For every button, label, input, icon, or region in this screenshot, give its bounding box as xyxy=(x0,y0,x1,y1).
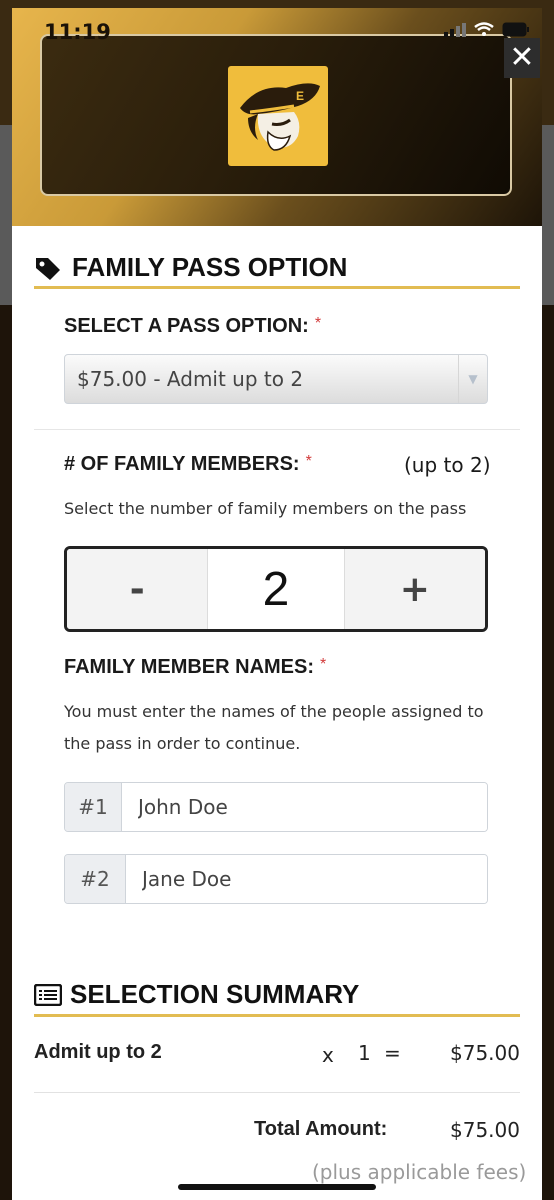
fees-note: (plus applicable fees) xyxy=(312,1160,527,1184)
list-icon xyxy=(34,983,62,1006)
member-name-input-2[interactable] xyxy=(126,855,487,903)
pass-sheet: FAMILY PASS OPTION SELECT A PASS OPTION:… xyxy=(12,226,542,1200)
members-label: # OF FAMILY MEMBERS: * xyxy=(64,453,312,476)
member-count-stepper: - 2 + xyxy=(64,546,488,632)
required-marker: * xyxy=(305,453,312,470)
member-name-row-2: #2 xyxy=(64,854,488,904)
increment-button[interactable]: + xyxy=(344,549,485,629)
summary-times: x xyxy=(322,1043,334,1067)
names-label: FAMILY MEMBER NAMES: * xyxy=(64,656,326,679)
member-number-1: #1 xyxy=(65,783,122,831)
members-limit: (up to 2) xyxy=(404,453,491,477)
summary-heading: SELECTION SUMMARY xyxy=(34,979,359,1010)
summary-qty: 1 xyxy=(358,1041,371,1065)
member-name-row-1: #1 xyxy=(64,782,488,832)
battery-icon xyxy=(502,22,529,37)
pirate-logo: E xyxy=(228,66,328,166)
wifi-icon xyxy=(474,22,494,36)
summary-title: SELECTION SUMMARY xyxy=(70,979,360,1009)
total-label: Total Amount: xyxy=(254,1118,388,1140)
logo-banner: E xyxy=(40,34,512,196)
pass-option-value: $75.00 - Admit up to 2 xyxy=(77,367,304,391)
names-helper-line2: the pass in order to continue. xyxy=(64,734,301,753)
close-button[interactable]: ✕ xyxy=(504,38,540,78)
decrement-button[interactable]: - xyxy=(67,549,208,629)
total-value: $75.00 xyxy=(450,1118,520,1142)
chevron-down-icon: ▼ xyxy=(458,355,487,403)
family-pass-title: FAMILY PASS OPTION xyxy=(72,252,348,282)
heading-underline xyxy=(34,286,520,289)
members-helper: Select the number of family members on t… xyxy=(64,499,467,518)
member-number-2: #2 xyxy=(65,855,126,903)
member-name-input-1[interactable] xyxy=(122,783,487,831)
required-marker: * xyxy=(320,656,327,673)
status-icons xyxy=(444,22,530,37)
tags-icon xyxy=(36,257,60,280)
member-count-value: 2 xyxy=(207,549,345,629)
home-indicator xyxy=(178,1184,376,1190)
summary-equals: = xyxy=(384,1041,401,1065)
names-label-text: FAMILY MEMBER NAMES: xyxy=(64,656,315,678)
pass-option-select[interactable]: $75.00 - Admit up to 2 ▼ xyxy=(64,354,488,404)
summary-underline xyxy=(34,1014,520,1017)
select-pass-label: SELECT A PASS OPTION: * xyxy=(64,315,321,338)
select-pass-label-text: SELECT A PASS OPTION: xyxy=(64,315,309,337)
status-time: 11:19 xyxy=(44,20,111,44)
signal-icon xyxy=(444,22,466,37)
divider xyxy=(34,429,520,430)
names-helper-line1: You must enter the names of the people a… xyxy=(64,702,484,721)
family-pass-heading: FAMILY PASS OPTION xyxy=(34,252,347,283)
required-marker: * xyxy=(314,315,322,332)
summary-divider xyxy=(34,1092,520,1093)
close-icon: ✕ xyxy=(509,40,535,75)
summary-item-total: $75.00 xyxy=(450,1041,520,1065)
svg-text:E: E xyxy=(296,89,304,103)
summary-item-name: Admit up to 2 xyxy=(34,1041,162,1063)
members-label-text: # OF FAMILY MEMBERS: xyxy=(64,453,300,475)
